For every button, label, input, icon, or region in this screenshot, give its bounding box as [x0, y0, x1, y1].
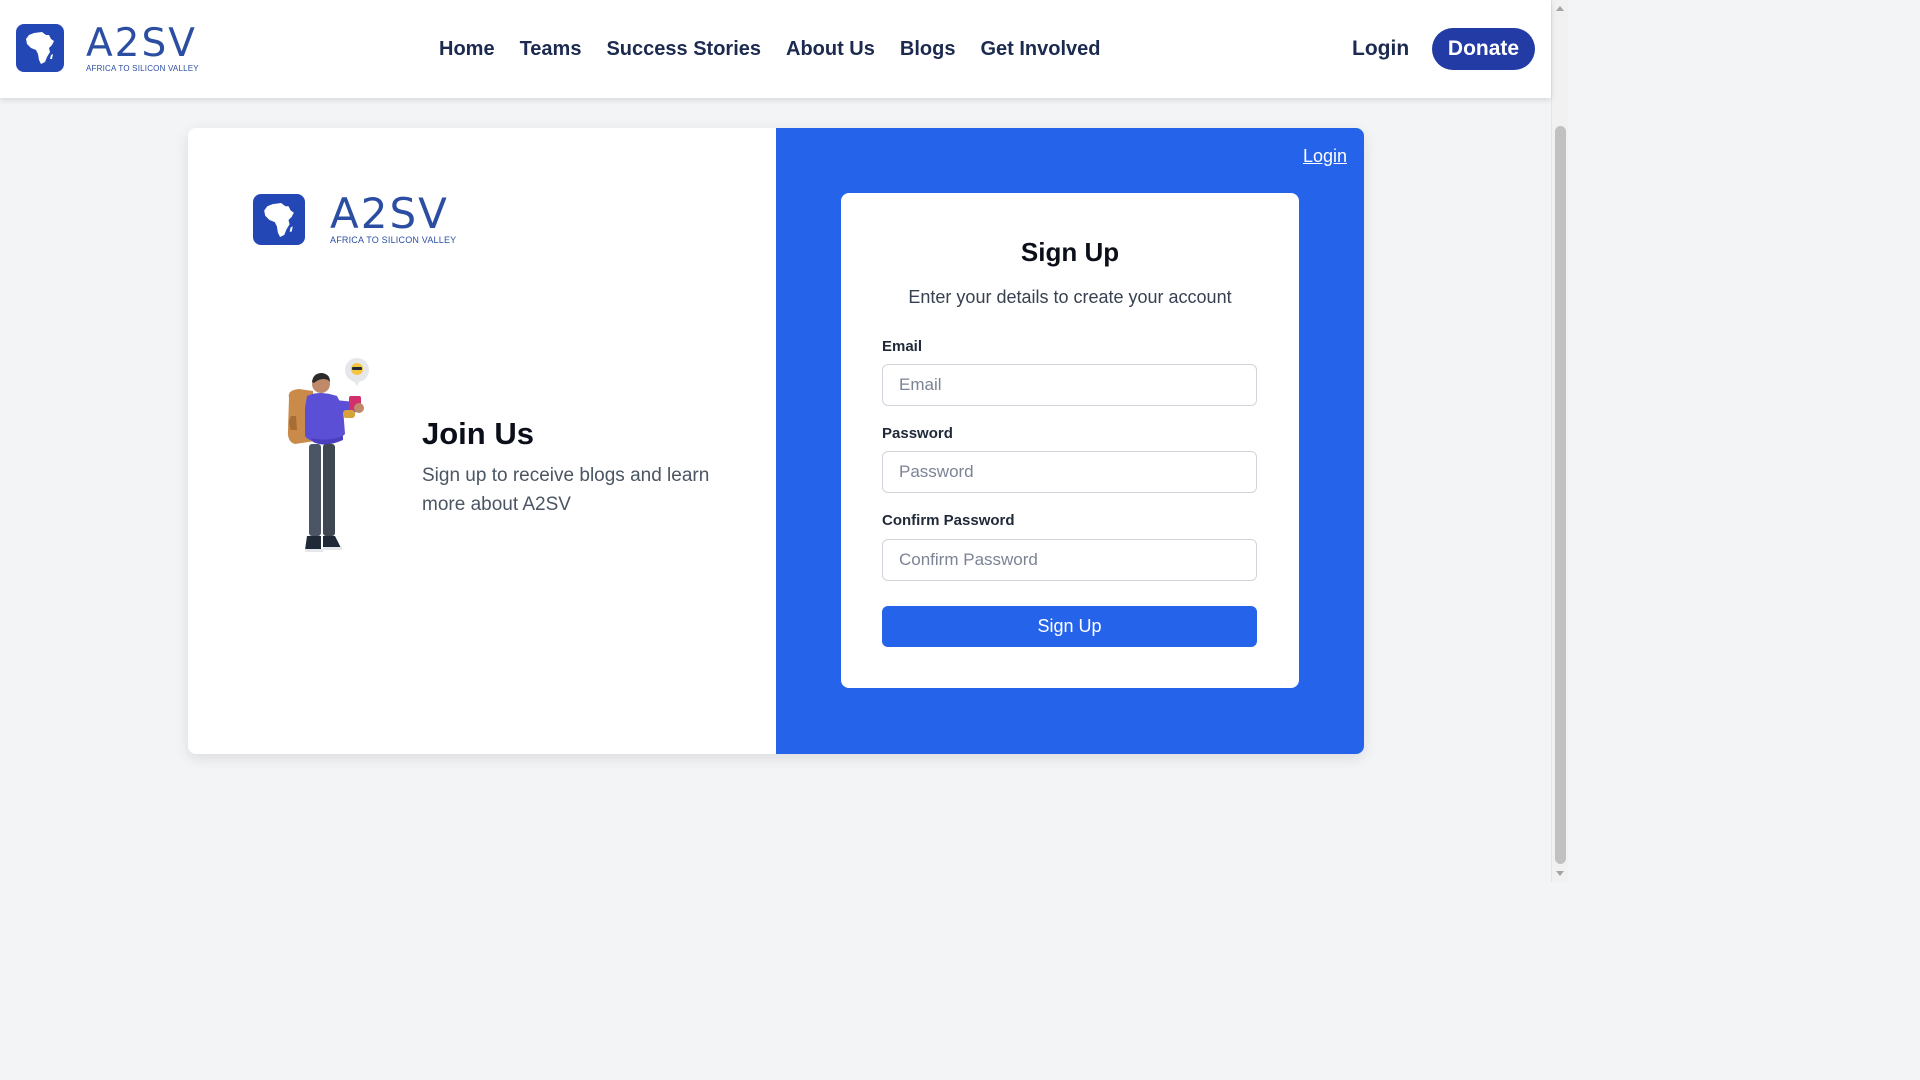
signup-panel: Login Sign Up Enter your details to crea…	[776, 128, 1364, 754]
panel-tagline: AFRICA TO SILICON VALLEY	[330, 235, 457, 245]
scroll-up-icon[interactable]	[1556, 6, 1564, 11]
confirm-password-field[interactable]	[882, 539, 1257, 581]
panel-wordmark: A2SV	[330, 189, 449, 238]
scrollbar-thumb[interactable]	[1555, 126, 1566, 864]
email-label: Email	[882, 338, 923, 355]
nav-blogs[interactable]: Blogs	[900, 36, 956, 62]
confirm-password-label: Confirm Password	[882, 512, 1015, 529]
brand-tagline: AFRICA TO SILICON VALLEY	[86, 64, 199, 73]
signup-form: Sign Up Enter your details to create you…	[841, 193, 1299, 688]
password-field[interactable]	[882, 451, 1257, 493]
main-nav: Home Teams Success Stories About Us Blog…	[439, 36, 1125, 62]
brand-wordmark: A2SV	[86, 21, 197, 66]
backpacker-illustration	[287, 358, 369, 552]
africa-map-icon	[253, 194, 305, 245]
join-description: Sign up to receive blogs and learn more …	[422, 465, 710, 515]
panel-logo: A2SV AFRICA TO SILICON VALLEY	[253, 189, 457, 245]
scroll-down-icon[interactable]	[1556, 871, 1564, 876]
donate-button[interactable]: Donate	[1432, 28, 1535, 70]
panel-login-link[interactable]: Login	[1303, 146, 1347, 167]
nav-success-stories[interactable]: Success Stories	[606, 36, 761, 62]
africa-map-icon	[16, 24, 64, 72]
password-label: Password	[882, 425, 953, 442]
header-logo[interactable]: A2SV AFRICA TO SILICON VALLEY	[16, 24, 199, 73]
page-scrollbar[interactable]	[1551, 0, 1568, 882]
form-subtitle: Enter your details to create your accoun…	[908, 287, 1232, 307]
sign-up-button[interactable]: Sign Up	[882, 606, 1257, 647]
signup-card: A2SV AFRICA TO SILICON VALLEY Join Us Si…	[188, 128, 1364, 754]
nav-login-link[interactable]: Login	[1352, 36, 1409, 62]
nav-about-us[interactable]: About Us	[786, 36, 875, 62]
form-title: Sign Up	[1020, 237, 1120, 267]
join-panel: A2SV AFRICA TO SILICON VALLEY Join Us Si…	[188, 128, 776, 754]
join-title: Join Us	[422, 416, 534, 451]
nav-home[interactable]: Home	[439, 36, 495, 62]
top-navbar: A2SV AFRICA TO SILICON VALLEY Home Teams…	[0, 0, 1551, 98]
nav-get-involved[interactable]: Get Involved	[980, 36, 1100, 62]
email-field[interactable]	[882, 364, 1257, 406]
nav-teams[interactable]: Teams	[520, 36, 582, 62]
